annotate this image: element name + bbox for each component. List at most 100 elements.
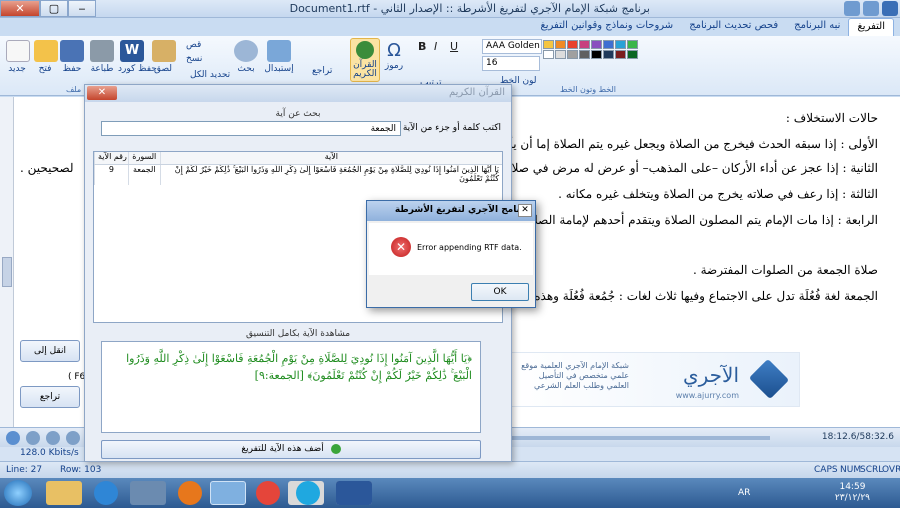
close-window-button[interactable]: ✕ bbox=[0, 0, 40, 17]
omega-icon: Ω bbox=[387, 40, 401, 61]
document-line: صلاة الجمعة من الصلوات المفترضة . bbox=[692, 263, 878, 277]
binoculars-icon bbox=[234, 40, 258, 62]
color-swatch[interactable] bbox=[543, 50, 554, 59]
search-label: اكتب كلمة أو جزء من الآية bbox=[402, 123, 501, 133]
chrome-taskbar-icon[interactable] bbox=[256, 481, 280, 505]
font-size-select[interactable]: 16 bbox=[482, 56, 540, 71]
save-as-word-button[interactable]: W حفظ كورد bbox=[118, 40, 157, 74]
word-icon: W bbox=[120, 40, 144, 62]
search-section-label: بحث عن آية bbox=[275, 109, 321, 119]
clock[interactable]: 14:59 ٢٣/١٢/٢٩ bbox=[835, 482, 870, 504]
color-swatch[interactable] bbox=[555, 50, 566, 59]
color-swatch[interactable] bbox=[603, 50, 614, 59]
taskbar: AR 14:59 ٢٣/١٢/٢٩ bbox=[0, 478, 900, 508]
save-quick-icon[interactable] bbox=[844, 1, 860, 16]
back-button[interactable]: تراجع bbox=[20, 386, 80, 408]
print-button[interactable]: طباعة bbox=[88, 40, 116, 74]
error-message: Error appending RTF data. bbox=[417, 243, 522, 252]
column-header-aya[interactable]: الآية bbox=[159, 152, 502, 164]
tab-about[interactable]: نبه البرنامج bbox=[786, 18, 848, 36]
error-icon: ✕ bbox=[391, 237, 411, 257]
cut-button[interactable]: قص bbox=[186, 40, 201, 50]
add-aya-button[interactable]: أضف هذه الآية للتفريغ bbox=[101, 440, 481, 459]
font-name-select[interactable]: AAA Golden bbox=[482, 39, 542, 54]
color-swatch[interactable] bbox=[591, 50, 602, 59]
color-swatch[interactable] bbox=[615, 40, 626, 49]
media-time: 18:12.6/58:32.6 bbox=[821, 432, 894, 442]
paste-button[interactable]: لصق bbox=[152, 40, 176, 74]
open-button[interactable]: فتح bbox=[34, 40, 58, 74]
symbols-button[interactable]: Ω رموز bbox=[384, 40, 404, 71]
select-all-button[interactable]: تحديد الكل bbox=[190, 70, 230, 80]
new-doc-icon bbox=[6, 40, 30, 62]
table-row[interactable]: 9 الجمعة يَا أَيُّهَا الَّذِينَ آمَنُوا … bbox=[94, 165, 502, 185]
save-button[interactable]: حفظ bbox=[60, 40, 84, 74]
internet-explorer-taskbar-icon[interactable] bbox=[94, 481, 118, 505]
color-swatch[interactable] bbox=[591, 40, 602, 49]
dialog-close-button[interactable]: ✕ bbox=[87, 86, 117, 100]
maximize-window-button[interactable]: ▢ bbox=[40, 0, 68, 17]
line-status: Line: 27 bbox=[6, 465, 43, 475]
color-swatch[interactable] bbox=[567, 50, 578, 59]
start-button[interactable] bbox=[4, 480, 32, 506]
quran-button[interactable]: القرآن الكريم bbox=[350, 38, 380, 82]
font-group-label: الخط وتون الخط bbox=[560, 85, 617, 94]
row-number: 9 bbox=[94, 165, 128, 185]
language-indicator[interactable]: AR bbox=[738, 488, 750, 498]
column-header-number[interactable]: رقم الآية bbox=[94, 152, 128, 164]
color-swatch[interactable] bbox=[603, 40, 614, 49]
italic-button[interactable]: I bbox=[434, 40, 437, 53]
status-bar: Line: 27 Row: 103 CAPS NUM SCRL OVR bbox=[0, 461, 900, 478]
color-swatch[interactable] bbox=[627, 40, 638, 49]
shortcut-hint: ( F6 bbox=[68, 372, 86, 382]
underline-button[interactable]: U bbox=[450, 40, 458, 53]
dialog-title: القرآن الكريم bbox=[85, 85, 511, 102]
tab-check-updates[interactable]: فحص تحديث البرنامج bbox=[681, 18, 786, 36]
document-scrollbar[interactable] bbox=[0, 97, 14, 427]
color-swatch[interactable] bbox=[627, 50, 638, 59]
replace-button[interactable]: إستبدال bbox=[264, 40, 294, 74]
ribbon-tabs: التفريغ نبه البرنامج فحص تحديث البرنامج … bbox=[0, 18, 900, 36]
ajurry-app-taskbar-icon[interactable] bbox=[210, 481, 246, 505]
move-to-button[interactable]: انقل إلى bbox=[20, 340, 80, 362]
color-swatch[interactable] bbox=[579, 40, 590, 49]
column-header-sura[interactable]: السورة bbox=[127, 152, 160, 164]
stop-button[interactable] bbox=[26, 431, 40, 445]
skype-taskbar-icon[interactable] bbox=[296, 481, 320, 505]
color-swatch[interactable] bbox=[615, 50, 626, 59]
tab-guides[interactable]: شروحات ونماذج وقوانين التفريغ bbox=[532, 18, 681, 36]
color-swatch[interactable] bbox=[579, 50, 590, 59]
tab-transcription[interactable]: التفريغ bbox=[848, 18, 894, 36]
undo-quick-icon[interactable] bbox=[863, 1, 879, 16]
ok-button[interactable]: OK bbox=[471, 283, 529, 301]
copy-button[interactable]: نسخ bbox=[186, 54, 202, 64]
clipboard-icon bbox=[152, 40, 176, 62]
minimize-window-button[interactable]: ‒ bbox=[68, 0, 96, 17]
new-button[interactable]: جديد bbox=[6, 40, 30, 74]
color-swatch[interactable] bbox=[543, 40, 554, 49]
play-button[interactable] bbox=[6, 431, 20, 445]
word-taskbar-icon[interactable] bbox=[336, 481, 372, 505]
color-swatch[interactable] bbox=[555, 40, 566, 49]
media-taskbar-icon[interactable] bbox=[130, 481, 166, 505]
caps-indicator: CAPS bbox=[814, 465, 838, 475]
message-box-body: ✕ Error appending RTF data. bbox=[369, 223, 533, 275]
undo-button[interactable]: تراجع bbox=[312, 66, 332, 76]
pause-button[interactable] bbox=[46, 431, 60, 445]
scrollbar-thumb[interactable] bbox=[2, 257, 12, 287]
bold-button[interactable]: B bbox=[418, 40, 426, 53]
find-button[interactable]: بحث bbox=[234, 40, 258, 74]
color-swatch[interactable] bbox=[567, 40, 578, 49]
rewind-button[interactable] bbox=[66, 431, 80, 445]
search-row: اكتب كلمة أو جزء من الآية bbox=[101, 121, 501, 137]
aya-search-input[interactable] bbox=[101, 121, 401, 136]
preview-section-label: مشاهدة الآية بكامل التنسيق bbox=[245, 329, 351, 339]
replace-icon bbox=[267, 40, 291, 62]
document-fragment: لصحيحين . bbox=[20, 161, 74, 175]
num-indicator: NUM bbox=[840, 465, 862, 475]
explorer-taskbar-icon[interactable] bbox=[46, 481, 82, 505]
app-menu-icon[interactable] bbox=[882, 1, 898, 16]
window-title: برنامج شبكة الإمام الآجري لتفريغ الأشرطة… bbox=[289, 2, 650, 15]
message-box-close-button[interactable]: ✕ bbox=[518, 204, 532, 217]
firefox-taskbar-icon[interactable] bbox=[178, 481, 202, 505]
